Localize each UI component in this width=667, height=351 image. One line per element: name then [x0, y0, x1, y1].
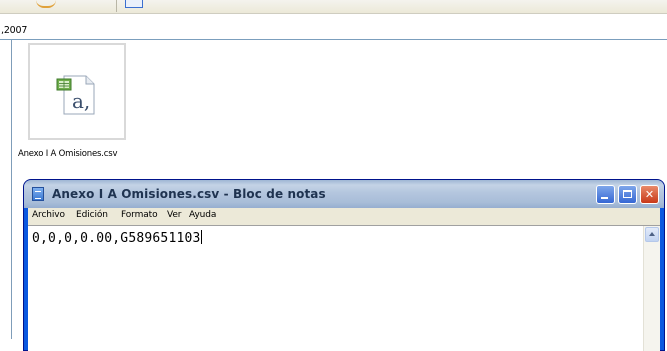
menu-edicion[interactable]: Edición	[76, 210, 108, 220]
maximize-icon	[623, 190, 632, 198]
notepad-icon	[32, 187, 44, 201]
menu-ayuda[interactable]: Ayuda	[189, 210, 216, 220]
text-editor-area[interactable]: 0,0,0,0.00,G589651103	[28, 225, 660, 351]
views-icon[interactable]	[125, 0, 143, 8]
vertical-scrollbar[interactable]	[643, 226, 660, 351]
window-title: Anexo I A Omisiones.csv - Bloc de notas	[52, 187, 326, 201]
explorer-toolbar	[0, 0, 667, 14]
scroll-up-arrow-icon[interactable]	[645, 227, 659, 242]
document-text: 0,0,0,0.00,G589651103	[32, 231, 201, 246]
folder-icon[interactable]	[36, 0, 56, 8]
notepad-titlebar[interactable]: Anexo I A Omisiones.csv - Bloc de notas …	[24, 180, 664, 208]
menu-formato[interactable]: Formato	[121, 210, 158, 220]
minimize-icon	[601, 197, 608, 199]
close-button[interactable]: ✕	[640, 185, 659, 204]
text-caret	[200, 230, 202, 244]
document-content[interactable]: 0,0,0,0.00,G589651103	[32, 230, 202, 246]
close-icon: ✕	[644, 188, 655, 201]
notepad-window[interactable]: Anexo I A Omisiones.csv - Bloc de notas …	[24, 180, 664, 351]
menu-archivo[interactable]: Archivo	[32, 210, 65, 220]
menu-bar: Archivo Edición Formato Ver Ayuda	[28, 208, 660, 225]
minimize-button[interactable]	[596, 185, 615, 204]
folder-path-label: ,2007	[1, 25, 28, 36]
file-name-label[interactable]: Anexo I A Omisiones.csv	[18, 149, 117, 159]
menu-ver[interactable]: Ver	[167, 210, 182, 220]
svg-text:a,: a,	[72, 89, 90, 113]
excel-csv-file-icon: a,	[56, 75, 95, 115]
maximize-button[interactable]	[618, 185, 637, 204]
file-thumbnail[interactable]: a,	[28, 43, 126, 140]
toolbar-separator	[116, 0, 117, 12]
